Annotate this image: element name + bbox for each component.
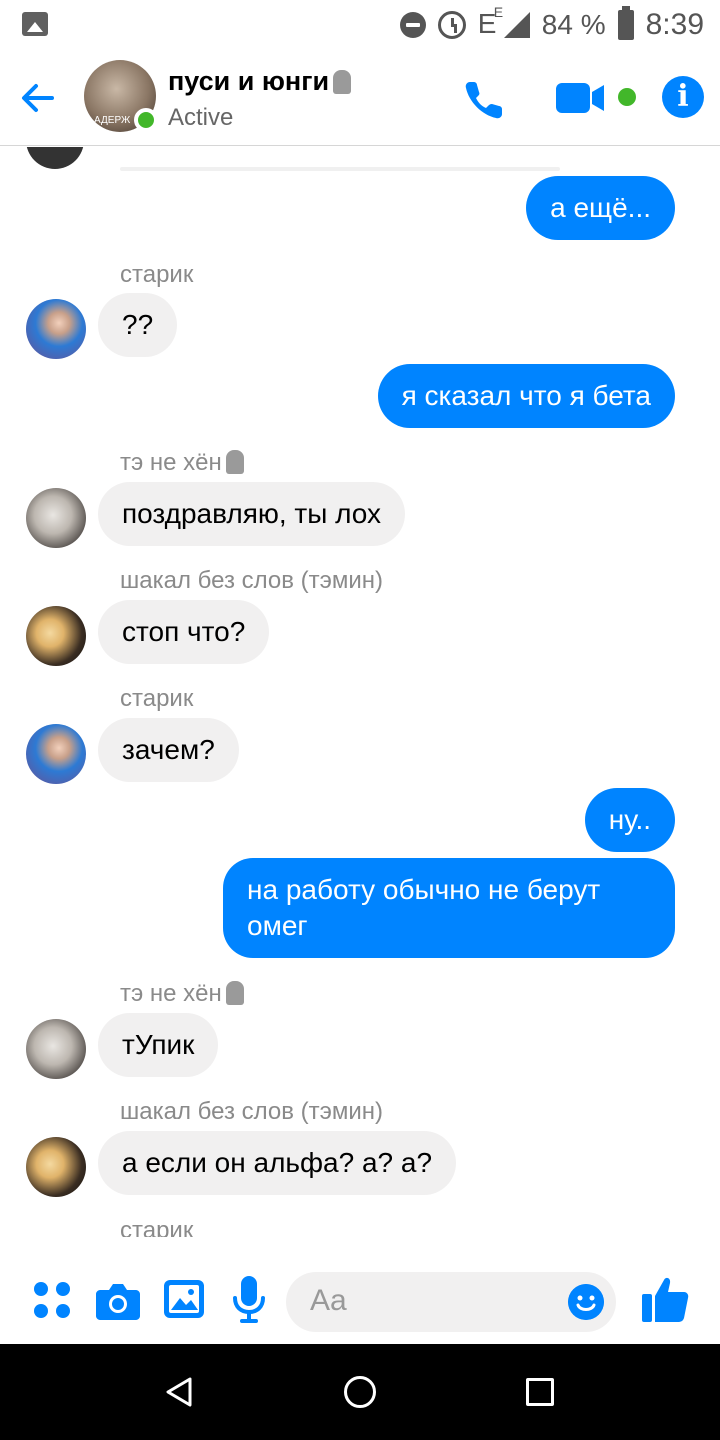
chat-title[interactable]: пуси и юнги [168, 66, 352, 97]
video-active-dot [618, 88, 636, 106]
message-bubble-incoming[interactable]: стоп что? [98, 600, 270, 664]
sender-name: шакал без слов (тэмин) [120, 1098, 384, 1125]
message-bubble-outgoing[interactable]: я сказал что я бета [377, 364, 675, 428]
more-apps-icon[interactable] [34, 1282, 70, 1318]
battery-icon [617, 6, 634, 40]
sender-name: старик [120, 1217, 194, 1237]
back-arrow-icon[interactable] [18, 78, 58, 118]
message-bubble-outgoing[interactable]: а ещё... [526, 176, 675, 240]
avatar-te[interactable] [26, 488, 86, 548]
avatar [26, 147, 84, 169]
nav-back-icon[interactable] [164, 1376, 194, 1408]
system-nav-bar [0, 1344, 720, 1440]
avatar-starik[interactable] [26, 724, 86, 784]
microphone-icon[interactable] [232, 1276, 266, 1324]
signal-icon [503, 12, 530, 38]
thumbs-up-icon[interactable] [640, 1274, 690, 1324]
battery-percent: 84 % [541, 9, 606, 40]
chat-header: АДЕРЖ пуси и юнги Active i [0, 50, 720, 146]
sender-name: старик [120, 261, 194, 288]
phone-icon[interactable] [460, 76, 508, 124]
message-bubble-incoming[interactable]: зачем? [98, 718, 239, 782]
message-bubble-outgoing[interactable]: ну.. [584, 788, 675, 852]
sender-name: тэ не хён [120, 449, 244, 477]
avatar-shakal[interactable] [26, 1137, 86, 1197]
alarm-icon [437, 11, 466, 39]
avatar-shakal[interactable] [26, 606, 86, 666]
message-bubble-incoming[interactable]: ?? [98, 293, 178, 357]
sender-name: старик [120, 685, 194, 712]
moai-emoji-icon [225, 450, 244, 474]
message-line: на работу обычно не берут [247, 874, 601, 905]
previous-message-fragment [120, 167, 560, 171]
sender-name: шакал без слов (тэмин) [120, 567, 384, 594]
message-input[interactable]: Aa [286, 1272, 616, 1332]
nav-home-icon[interactable] [344, 1376, 376, 1408]
message-list[interactable]: а ещё... старик ?? я сказал что я бета т… [0, 147, 720, 1237]
message-line: омег [247, 910, 308, 941]
avatar-te[interactable] [26, 1019, 86, 1079]
message-input-placeholder: Aa [310, 1284, 347, 1317]
message-composer: Aa [0, 1258, 720, 1344]
clock: 8:39 [645, 8, 704, 41]
info-icon[interactable]: i [662, 76, 704, 118]
message-bubble-incoming[interactable]: поздравляю, ты лох [98, 482, 406, 546]
status-bar: E E 84 % 8:39 [0, 0, 720, 50]
do-not-disturb-icon [399, 12, 426, 38]
message-bubble-incoming[interactable]: тУпик [98, 1013, 219, 1077]
moai-emoji-icon [333, 70, 352, 94]
message-bubble-incoming[interactable]: а если он альфа? а? а? [98, 1131, 457, 1195]
camera-icon[interactable] [96, 1280, 140, 1320]
emoji-icon[interactable] [568, 1284, 604, 1320]
active-indicator [134, 108, 158, 132]
sender-name-text: тэ не хён [120, 980, 222, 1007]
message-bubble-outgoing[interactable]: на работу обычно не берут омег [223, 858, 675, 958]
sender-name: тэ не хён [120, 980, 244, 1008]
gallery-icon[interactable] [164, 1280, 204, 1318]
sender-name-text: тэ не хён [120, 449, 222, 476]
network-indicator: E E [478, 4, 530, 40]
avatar-caption: АДЕРЖ [94, 115, 131, 126]
gallery-notification-icon [22, 12, 48, 36]
nav-recents-icon[interactable] [526, 1378, 554, 1406]
status-bar-right: E E 84 % 8:39 [399, 4, 704, 42]
video-camera-icon[interactable] [556, 80, 606, 116]
chat-title-text: пуси и юнги [168, 66, 330, 96]
avatar-starik[interactable] [26, 299, 86, 359]
chat-status: Active [168, 104, 234, 131]
moai-emoji-icon [225, 981, 244, 1005]
network-type-sup: E [493, 4, 504, 20]
